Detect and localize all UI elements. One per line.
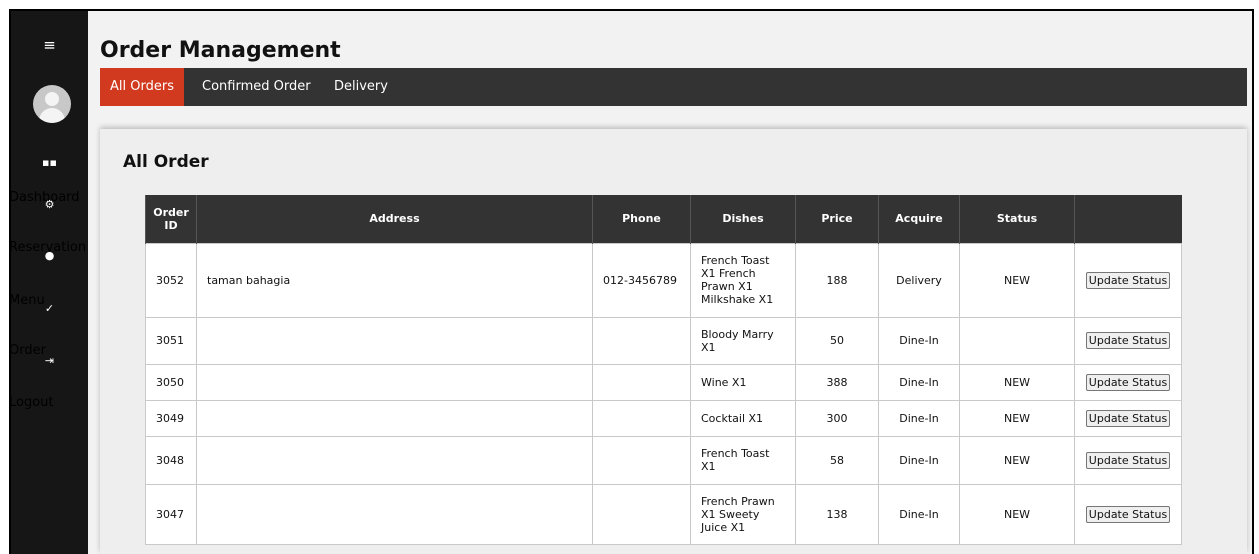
cell-dishes: Bloody Marry X1 [690,316,796,365]
update-status-button[interactable]: Update Status [1085,505,1171,523]
cell-status: NEW [959,399,1075,437]
cell-address [196,483,593,545]
avatar-head-shape [45,92,59,106]
logout-icon[interactable]: ⇥ [11,355,88,367]
cell-order-id: 3051 [145,316,197,365]
cell-dishes: French Toast X1 [690,435,796,485]
cell-order-id: 3049 [145,399,197,437]
card-title: All Order [123,152,209,172]
table-row: 3048 French Toast X1 58 Dine-In NEW Upda… [145,435,1182,485]
app-window: ≡ ▪▪ Dashboard ⚙ Reservation ● Menu ✓ Or… [9,9,1254,554]
cell-order-id: 3050 [145,363,197,401]
sidebar: ≡ ▪▪ Dashboard ⚙ Reservation ● Menu ✓ Or… [11,11,88,554]
cell-price: 188 [795,242,879,318]
hamburger-menu-icon[interactable]: ≡ [11,37,88,53]
update-status-button[interactable]: Update Status [1085,271,1171,289]
orders-card: All Order Order ID Address Phone Dishes … [100,129,1247,554]
cell-acquire: Delivery [878,242,960,318]
page-title: Order Management [100,38,341,63]
cell-dishes: Wine X1 [690,363,796,401]
cell-price: 300 [795,399,879,437]
cell-address [196,316,593,365]
orders-table: Order ID Address Phone Dishes Price Acqu… [145,195,1182,545]
menu-icon[interactable]: ● [11,250,88,262]
order-icon[interactable]: ✓ [11,303,88,315]
cell-status: NEW [959,483,1075,545]
cell-actions: Update Status [1074,316,1182,365]
cell-phone [592,363,691,401]
cell-status: NEW [959,242,1075,318]
tab-delivery[interactable]: Delivery [334,68,388,106]
cell-dishes: French Toast X1 French Prawn X1 Milkshak… [690,242,796,318]
cell-actions: Update Status [1074,435,1182,485]
cell-order-id: 3052 [145,242,197,318]
cell-acquire: Dine-In [878,399,960,437]
table-row: 3052 taman bahagia 012-3456789 French To… [145,242,1182,318]
cell-phone [592,435,691,485]
column-header-phone[interactable]: Phone [592,195,691,243]
column-header-price[interactable]: Price [795,195,879,243]
cell-address [196,363,593,401]
table-row: 3050 Wine X1 388 Dine-In NEW Update Stat… [145,363,1182,401]
cell-address [196,435,593,485]
update-status-button[interactable]: Update Status [1085,451,1171,469]
cell-price: 50 [795,316,879,365]
tab-bar: All Orders Confirmed Order Delivery [100,68,1247,106]
cell-address [196,399,593,437]
cell-acquire: Dine-In [878,435,960,485]
reservation-icon[interactable]: ⚙ [11,199,88,211]
cell-order-id: 3047 [145,483,197,545]
cell-status [959,316,1075,365]
tab-all-orders[interactable]: All Orders [100,68,184,106]
update-status-button[interactable]: Update Status [1085,332,1171,349]
cell-actions: Update Status [1074,399,1182,437]
cell-status: NEW [959,363,1075,401]
cell-price: 58 [795,435,879,485]
cell-price: 388 [795,363,879,401]
table-row: 3051 Bloody Marry X1 50 Dine-In Update S… [145,316,1182,365]
column-header-address[interactable]: Address [196,195,593,243]
cell-phone [592,483,691,545]
table-header-row: Order ID Address Phone Dishes Price Acqu… [145,195,1182,243]
column-header-acquire[interactable]: Acquire [878,195,960,243]
cell-actions: Update Status [1074,483,1182,545]
table-row: 3049 Cocktail X1 300 Dine-In NEW Update … [145,399,1182,437]
cell-acquire: Dine-In [878,316,960,365]
dashboard-icon[interactable]: ▪▪ [11,157,88,169]
cell-actions: Update Status [1074,363,1182,401]
column-header-order-id[interactable]: Order ID [145,195,197,243]
update-status-button[interactable]: Update Status [1085,409,1171,427]
main-content: Order Management All Orders Confirmed Or… [88,11,1252,554]
cell-actions: Update Status [1074,242,1182,318]
cell-acquire: Dine-In [878,363,960,401]
cell-order-id: 3048 [145,435,197,485]
cell-phone [592,316,691,365]
cell-dishes: French Prawn X1 Sweety Juice X1 [690,483,796,545]
cell-status: NEW [959,435,1075,485]
cell-phone: 012-3456789 [592,242,691,318]
avatar[interactable] [33,85,71,123]
avatar-body-shape [39,108,65,123]
sidebar-item-logout[interactable]: Logout [11,396,54,410]
update-status-button[interactable]: Update Status [1085,373,1171,391]
tab-confirmed-order[interactable]: Confirmed Order [202,68,311,106]
cell-address: taman bahagia [196,242,593,318]
column-header-actions [1074,195,1182,243]
cell-price: 138 [795,483,879,545]
table-row: 3047 French Prawn X1 Sweety Juice X1 138… [145,483,1182,545]
cell-acquire: Dine-In [878,483,960,545]
cell-dishes: Cocktail X1 [690,399,796,437]
column-header-status[interactable]: Status [959,195,1075,243]
column-header-dishes[interactable]: Dishes [690,195,796,243]
cell-phone [592,399,691,437]
